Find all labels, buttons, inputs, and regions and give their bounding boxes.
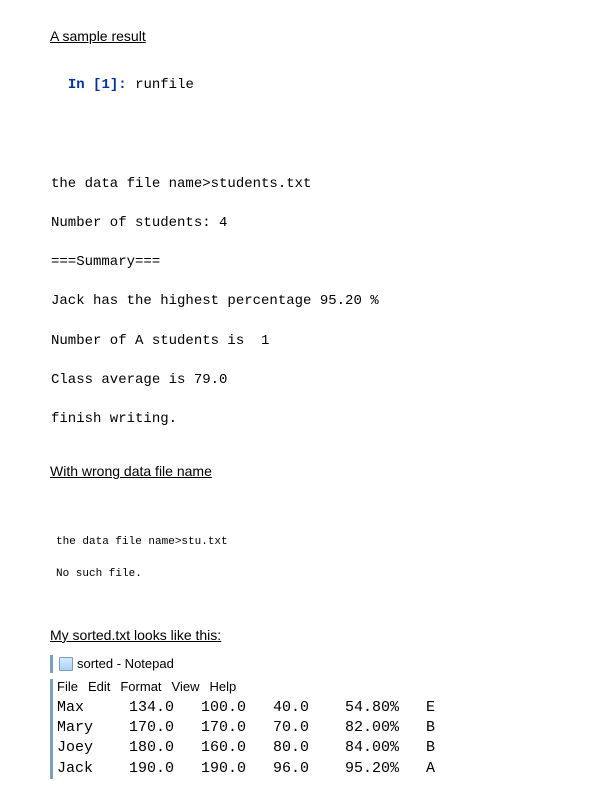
prompt-colon: : (118, 77, 135, 93)
output-line: Class average is 79.0 (51, 371, 563, 391)
menu-help[interactable]: Help (209, 679, 236, 694)
console-output-2: the data file name>stu.txt No such file. (56, 519, 563, 599)
notepad-window: sorted - Notepad File Edit Format View H… (50, 655, 563, 779)
output-line: finish writing. (51, 410, 563, 430)
heading-wrong-file: With wrong data file name (50, 463, 563, 479)
menu-format[interactable]: Format (120, 679, 161, 694)
notepad-icon (59, 657, 73, 671)
notepad-menubar: File Edit Format View Help (57, 679, 563, 694)
heading-sample-result: A sample result (50, 28, 563, 44)
output-line: ===Summary=== (51, 253, 563, 273)
output-line: Jack has the highest percentage 95.20 % (51, 292, 563, 312)
prompt-in: In (68, 77, 93, 93)
prompt-close-bracket: ] (110, 77, 118, 93)
output-line: the data file name>students.txt (51, 175, 563, 195)
notepad-title: sorted - Notepad (77, 656, 174, 671)
notepad-content: Max 134.0 100.0 40.0 54.80% E Mary 170.0… (57, 698, 563, 779)
menu-view[interactable]: View (172, 679, 200, 694)
console-output-1-body: the data file name>students.txt Number o… (51, 155, 563, 449)
menu-file[interactable]: File (57, 679, 78, 694)
heading-sorted-file: My sorted.txt looks like this: (50, 627, 563, 643)
menu-edit[interactable]: Edit (88, 679, 110, 694)
output-line: No such file. (56, 567, 563, 583)
notepad-titlebar: sorted - Notepad (50, 655, 563, 673)
output-line: Number of students: 4 (51, 214, 563, 234)
output-line: Number of A students is 1 (51, 332, 563, 352)
notepad-left-edge-icon (50, 655, 53, 673)
prompt-number: 1 (101, 77, 109, 93)
console-command: runfile (135, 77, 194, 93)
console-output-1: In [1]: runfile (51, 56, 563, 95)
output-line: the data file name>stu.txt (56, 535, 563, 551)
